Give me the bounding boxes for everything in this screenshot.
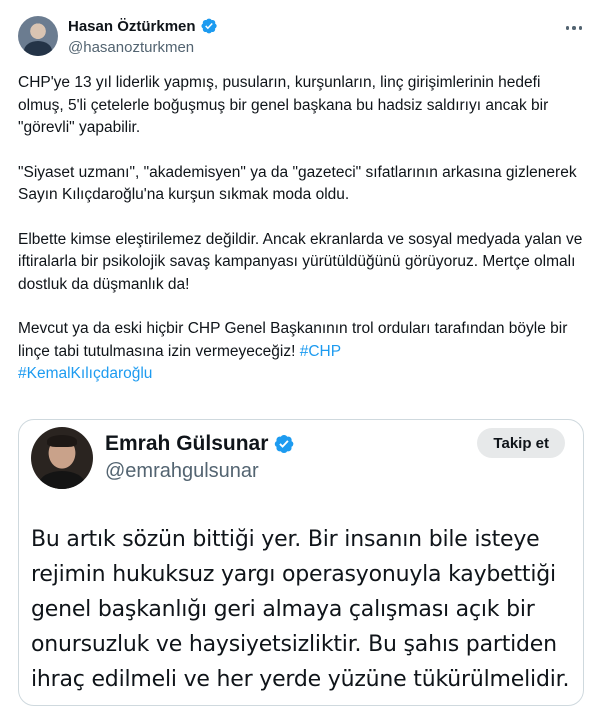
follow-button[interactable]: Takip et [477,428,565,458]
tweet: Hasan Öztürkmen @hasanozturkmen CHP'ye 1… [0,0,598,719]
quoted-tweet[interactable]: Emrah Gülsunar @emrahgulsunar Takip et B… [18,419,584,706]
tweet-paragraph: Elbette kimse eleştirilemez değildir. An… [18,230,583,293]
tweet-paragraph-text: Mevcut ya da eski hiçbir CHP Genel Başka… [18,320,568,360]
quoted-author-avatar[interactable] [31,427,93,489]
verified-badge-icon [275,435,294,453]
more-options-icon[interactable] [560,16,588,40]
quoted-tweet-text: Bu artık sözün bittiği yer. Bir insanın … [31,527,570,692]
tweet-paragraph-last: Mevcut ya da eski hiçbir CHP Genel Başka… [18,318,584,386]
tweet-paragraph: CHP'ye 13 yıl liderlik yapmış, pusuların… [18,74,549,136]
tweet-paragraph: "Siyaset uzmanı", "akademisyen" ya da "g… [18,163,577,204]
hashtag-chp[interactable]: #CHP [300,343,341,360]
quoted-author-name-row: Emrah Gülsunar [105,432,295,456]
tweet-text: CHP'ye 13 yıl liderlik yapmış, pusuların… [18,72,584,408]
author-avatar[interactable] [18,16,58,56]
verified-badge-icon [201,18,217,34]
quoted-author-name[interactable]: Emrah Gülsunar [105,432,268,456]
author-name-row: Hasan Öztürkmen [68,17,218,35]
hashtag-kemalkilicdaroglu[interactable]: #KemalKılıçdaroğlu [18,365,152,382]
quoted-author-handle[interactable]: @emrahgulsunar [105,460,259,483]
author-handle[interactable]: @hasanozturkmen [68,39,194,56]
author-name[interactable]: Hasan Öztürkmen [68,18,196,35]
